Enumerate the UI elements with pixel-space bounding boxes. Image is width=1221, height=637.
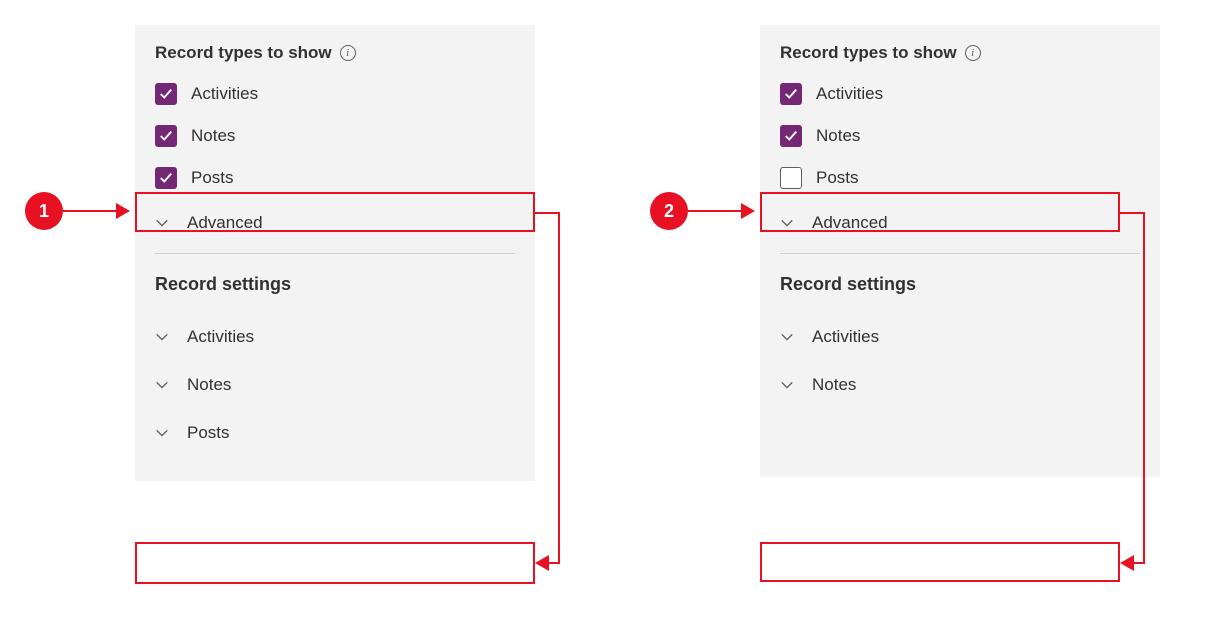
chevron-down-icon [780,216,794,230]
callout-number-1: 1 [25,192,63,230]
highlight-posts-setting-1 [135,542,535,584]
arrow-right-icon [116,203,130,219]
expander-label: Notes [812,375,856,395]
arrow-left-icon [1120,555,1134,571]
divider [780,253,1140,254]
checkbox-icon-unchecked [780,167,802,189]
expander-activities[interactable]: Activities [760,313,1160,361]
record-settings-heading: Record settings [760,268,1160,313]
divider [155,253,515,254]
checkbox-icon-checked [155,125,177,147]
checkbox-label: Notes [191,126,235,146]
checkbox-notes[interactable]: Notes [135,115,535,157]
callout-number-2-text: 2 [664,201,674,222]
chevron-down-icon [155,378,169,392]
highlight-empty-slot-2 [760,542,1120,582]
arrow-right-icon [741,203,755,219]
arrow-left-icon [535,555,549,571]
record-types-heading: Record types to show i [760,43,1160,73]
record-types-heading: Record types to show i [135,43,535,73]
expander-label: Posts [187,423,230,443]
checkbox-activities[interactable]: Activities [135,73,535,115]
record-types-heading-text: Record types to show [155,43,332,63]
settings-panel-1: Record types to show i Activities Notes … [135,25,535,481]
settings-panel-2: Record types to show i Activities Notes … [760,25,1160,477]
connector-line [1143,212,1145,564]
expander-posts[interactable]: Posts [135,409,535,457]
chevron-down-icon [155,426,169,440]
checkbox-icon-checked [780,83,802,105]
expander-notes[interactable]: Notes [760,361,1160,409]
chevron-down-icon [155,216,169,230]
checkbox-posts[interactable]: Posts [760,157,1160,199]
expander-label: Activities [812,327,879,347]
empty-posts-slot [760,409,1160,453]
connector-line [1133,562,1145,564]
expander-label: Notes [187,375,231,395]
checkbox-label: Notes [816,126,860,146]
checkbox-label: Activities [191,84,258,104]
checkbox-label: Activities [816,84,883,104]
checkbox-icon-checked [155,167,177,189]
callout-number-1-text: 1 [39,201,49,222]
connector-line [1120,212,1145,214]
connector-line [548,562,560,564]
checkbox-label: Posts [191,168,234,188]
chevron-down-icon [155,330,169,344]
expander-notes[interactable]: Notes [135,361,535,409]
expander-label: Advanced [187,213,263,233]
record-settings-heading: Record settings [135,268,535,313]
connector-line [535,212,560,214]
connector-line [63,210,117,212]
expander-label: Activities [187,327,254,347]
info-icon[interactable]: i [965,45,981,61]
expander-advanced[interactable]: Advanced [135,199,535,247]
callout-number-2: 2 [650,192,688,230]
record-types-heading-text: Record types to show [780,43,957,63]
expander-activities[interactable]: Activities [135,313,535,361]
checkbox-notes[interactable]: Notes [760,115,1160,157]
expander-label: Advanced [812,213,888,233]
info-icon[interactable]: i [340,45,356,61]
connector-line [688,210,742,212]
chevron-down-icon [780,330,794,344]
connector-line [558,212,560,564]
checkbox-label: Posts [816,168,859,188]
checkbox-activities[interactable]: Activities [760,73,1160,115]
checkbox-icon-checked [155,83,177,105]
checkbox-icon-checked [780,125,802,147]
expander-advanced[interactable]: Advanced [760,199,1160,247]
chevron-down-icon [780,378,794,392]
checkbox-posts[interactable]: Posts [135,157,535,199]
